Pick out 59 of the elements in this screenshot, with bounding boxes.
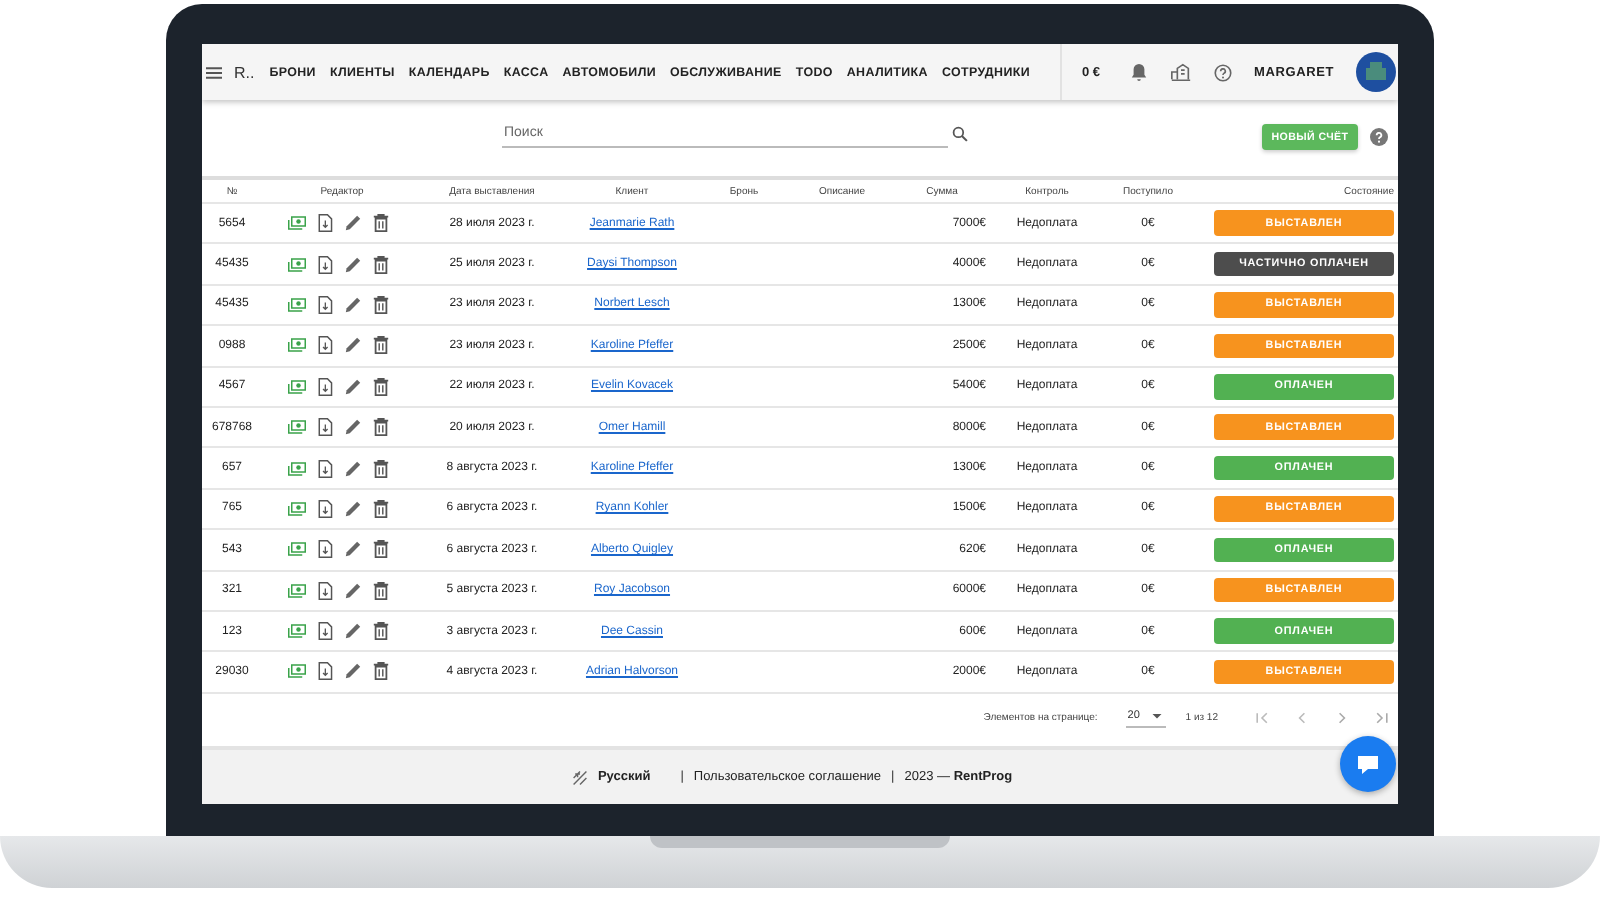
document-icon[interactable] [316,295,334,314]
caret-icon[interactable] [1151,713,1162,720]
pencil-icon[interactable] [344,581,362,600]
trash-icon[interactable] [372,336,390,355]
trash-icon[interactable] [372,499,390,518]
trash-icon[interactable] [372,255,390,274]
document-icon[interactable] [316,418,334,437]
trash-icon[interactable] [372,540,390,559]
document-icon[interactable] [316,540,334,559]
pencil-icon[interactable] [344,214,362,233]
money-icon[interactable] [288,336,306,355]
trash-icon[interactable] [372,459,390,478]
document-icon[interactable] [316,662,334,681]
money-icon[interactable] [288,295,306,314]
pencil-icon[interactable] [344,459,362,478]
menu-icon[interactable] [206,65,222,79]
money-icon[interactable] [288,214,306,233]
money-icon[interactable] [288,622,306,641]
document-icon[interactable] [316,255,334,274]
money-icon[interactable] [288,418,306,437]
money-icon[interactable] [288,540,306,559]
money-icon[interactable] [288,581,306,600]
document-icon[interactable] [316,214,334,233]
trash-icon[interactable] [372,581,390,600]
pencil-icon[interactable] [344,540,362,559]
document-icon[interactable] [316,377,334,396]
pencil-icon[interactable] [344,255,362,274]
money-icon[interactable] [288,662,306,681]
money-icon[interactable] [288,499,306,518]
pencil-icon[interactable] [344,499,362,518]
trash-icon[interactable] [372,622,390,641]
help-icon[interactable] [1370,128,1388,146]
pencil-icon[interactable] [344,662,362,681]
pencil-icon[interactable] [344,418,362,437]
document-icon[interactable] [316,459,334,478]
pencil-icon[interactable] [344,377,362,396]
trash-icon[interactable] [372,662,390,681]
pencil-icon[interactable] [344,336,362,355]
document-icon[interactable] [316,499,334,518]
brand-name[interactable]: R.. [234,63,255,81]
money-icon[interactable] [288,459,306,478]
document-icon[interactable] [316,622,334,641]
document-icon[interactable] [316,336,334,355]
pencil-icon[interactable] [344,622,362,641]
search-icon[interactable] [952,126,968,142]
trash-icon[interactable] [372,418,390,437]
trash-icon[interactable] [372,295,390,314]
bell-icon[interactable] [1130,62,1149,82]
help-icon[interactable] [1214,63,1233,81]
document-icon[interactable] [316,581,334,600]
buildings-icon[interactable] [1170,62,1193,82]
trash-icon[interactable] [372,214,390,233]
translate-icon[interactable] [571,769,588,785]
avatar-icon[interactable] [1356,52,1396,92]
chat-icon[interactable] [1356,753,1380,775]
money-icon[interactable] [288,377,306,396]
trash-icon[interactable] [372,377,390,396]
pencil-icon[interactable] [344,295,362,314]
money-icon[interactable] [288,255,306,274]
